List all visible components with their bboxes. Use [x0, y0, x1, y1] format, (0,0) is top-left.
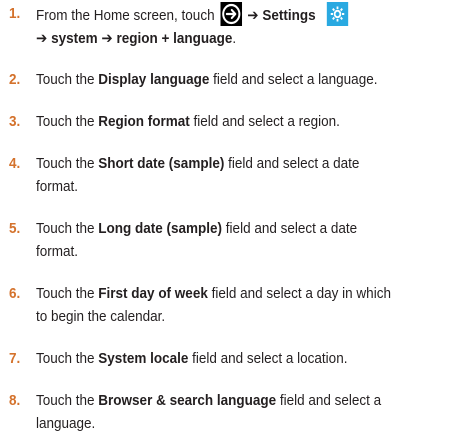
step-text-post: field and select a region. [189, 113, 340, 130]
step-text-post: field and select a language. [209, 71, 378, 88]
step-text: From the Home screen, touch ➔ Settings ➔… [36, 2, 459, 50]
step-field-name: Browser & search language [98, 392, 277, 409]
step-field-name: Short date (sample) [98, 155, 225, 172]
step-text: Touch the Display language field and sel… [36, 68, 459, 91]
arrow-glyph: ➔ [247, 7, 259, 24]
step-text-pre: Touch the [36, 285, 99, 302]
step-text-pre: Touch the [36, 392, 99, 409]
step-text-pre: From the Home screen, touch [36, 7, 215, 24]
step-text: Touch the Browser & search language fiel… [36, 389, 459, 435]
step-text-pre: Touch the [36, 350, 99, 367]
step-field-name: Display language [98, 71, 210, 88]
step-text-post: field and select a date [222, 220, 358, 237]
step-text-post: field and select a location. [188, 350, 348, 367]
gear-icon [326, 2, 349, 26]
step-text: Touch the Short date (sample) field and … [36, 152, 459, 198]
step-number: 4. [9, 155, 21, 172]
step-text-line2: language. [36, 415, 96, 432]
step-number: 2. [9, 71, 21, 88]
step-text: Touch the Region format field and select… [36, 110, 459, 133]
step-text: Touch the System locale field and select… [36, 347, 459, 370]
arrow-glyph: ➔ [101, 30, 113, 47]
step-text-post: field and select a day in which [207, 285, 391, 302]
step-text-end: . [232, 30, 237, 47]
step-field-name: System locale [98, 350, 189, 367]
step-field-name: Long date (sample) [98, 220, 223, 237]
step-field-name: First day of week [98, 285, 208, 302]
step-text-post: field and select a [276, 392, 382, 409]
step-text-pre: Touch the [36, 113, 99, 130]
step-text-pre: Touch the [36, 155, 99, 172]
system-label: system [51, 30, 98, 47]
step-field-name: Region format [98, 113, 190, 130]
step-text-pre: Touch the [36, 71, 99, 88]
region-language-label: region + language [116, 30, 233, 47]
step-number: 3. [9, 113, 21, 130]
step-number: 1. [9, 5, 21, 22]
go-arrow-icon [220, 2, 242, 26]
step-text-line2: format. [36, 243, 79, 260]
arrow-glyph: ➔ [36, 30, 48, 47]
step-number: 8. [9, 392, 21, 409]
settings-label: Settings [262, 7, 316, 24]
step-text-line2: to begin the calendar. [36, 308, 166, 325]
step-text-pre: Touch the [36, 220, 99, 237]
step-number: 7. [9, 350, 21, 367]
step-text-post: field and select a date [224, 155, 360, 172]
step-text-line2: format. [36, 178, 79, 195]
step-text: Touch the Long date (sample) field and s… [36, 217, 459, 263]
step-number: 5. [9, 220, 21, 237]
step-text: Touch the First day of week field and se… [36, 282, 459, 328]
step-number: 6. [9, 285, 21, 302]
